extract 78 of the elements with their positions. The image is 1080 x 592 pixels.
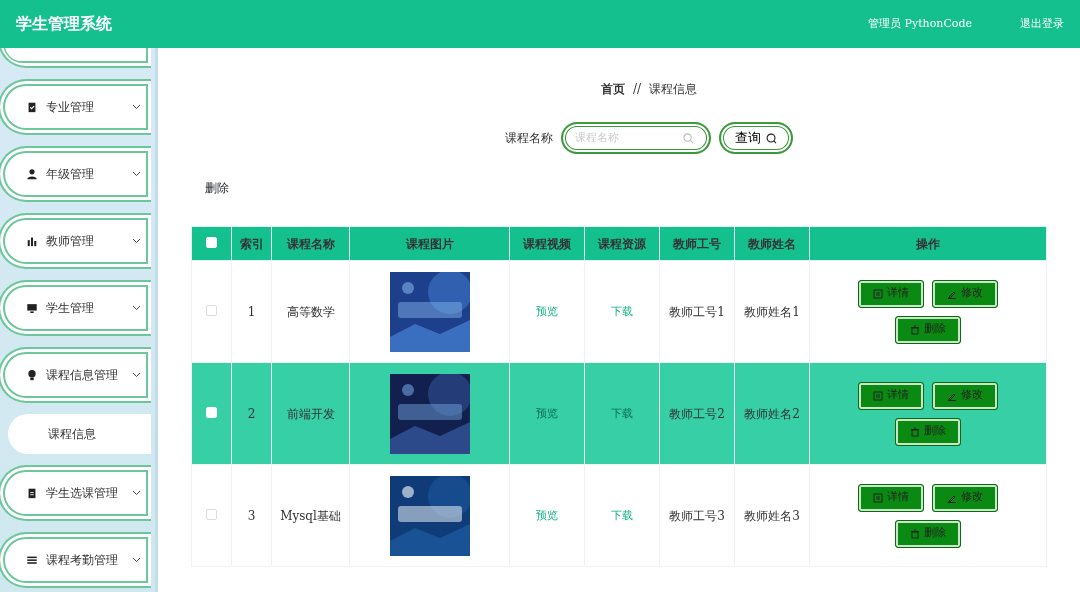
preview-link[interactable]: 预览 — [536, 305, 558, 319]
trash-icon — [910, 324, 920, 335]
chevron-icon — [132, 305, 141, 311]
delete-button[interactable]: 删除 — [895, 315, 961, 344]
download-link[interactable]: 下载 — [611, 407, 633, 421]
table-cell: 2 — [247, 406, 256, 421]
sidebar-item[interactable]: 教师管理 — [0, 213, 151, 269]
user-link[interactable]: 管理员 PythonCode — [868, 15, 972, 33]
clipboard-icon — [26, 101, 38, 113]
table-cell: 高等数学 — [286, 304, 335, 319]
edit-button[interactable]: 修改 — [932, 483, 998, 512]
chevron-icon — [132, 104, 141, 110]
column-header: 教师姓名 — [734, 226, 810, 261]
details-button[interactable]: 详情 — [858, 279, 924, 308]
search-button[interactable]: 查询 — [719, 122, 793, 154]
preview-link[interactable]: 预览 — [536, 509, 558, 523]
column-header: 索引 — [231, 226, 272, 261]
list-icon — [26, 554, 38, 566]
lightbulb-icon — [26, 369, 38, 381]
table-cell: 教师工号3 — [669, 508, 725, 523]
table-cell: 教师工号1 — [669, 304, 725, 319]
edit-button[interactable]: 修改 — [932, 279, 998, 308]
logout-link[interactable]: 退出登录 — [1020, 15, 1064, 33]
sidebar-item[interactable]: 学生管理 — [0, 280, 151, 336]
delete-button[interactable]: 删除 — [895, 417, 961, 446]
search-label: 课程名称 — [505, 130, 554, 147]
chevron-icon — [132, 557, 141, 563]
chevron-icon — [132, 490, 141, 496]
row-checkbox[interactable] — [206, 508, 217, 520]
submenu-item[interactable]: 课程信息 — [8, 414, 151, 454]
table-cell: 教师工号2 — [669, 406, 725, 421]
monitor-icon — [26, 302, 38, 314]
sidebar-item[interactable]: 课程考勤管理 — [0, 532, 151, 588]
clipboard-icon — [26, 487, 38, 499]
trash-icon — [910, 528, 920, 539]
column-header: 教师工号 — [659, 226, 735, 261]
sidebar-item[interactable]: 学生选课管理 — [0, 465, 151, 521]
chevron-icon — [132, 238, 141, 244]
row-checkbox[interactable] — [206, 304, 217, 316]
column-header: 课程图片 — [349, 226, 510, 261]
column-header: 课程资源 — [584, 226, 660, 261]
table-cell: 1 — [247, 304, 256, 319]
document-icon — [873, 288, 883, 299]
column-header: 课程名称 — [271, 226, 350, 261]
sidebar-item[interactable]: 课程信息管理 — [0, 347, 151, 403]
download-link[interactable]: 下载 — [611, 305, 633, 319]
table-cell: 3 — [247, 508, 256, 523]
chevron-icon — [132, 171, 141, 177]
chevron-icon — [132, 372, 141, 378]
details-button[interactable]: 详情 — [858, 483, 924, 512]
table-cell: 教师姓名3 — [744, 508, 800, 523]
table-cell: Mysql基础 — [280, 508, 341, 523]
sidebar-item[interactable] — [0, 48, 151, 68]
search-icon — [765, 133, 777, 145]
breadcrumb-separator: // — [632, 82, 642, 96]
download-link[interactable]: 下载 — [611, 509, 633, 523]
edit-button[interactable]: 修改 — [932, 381, 998, 410]
delete-button[interactable]: 删除 — [204, 178, 230, 198]
table-cell: 教师姓名2 — [744, 406, 800, 421]
search-icon — [683, 132, 695, 144]
table-cell: 教师姓名1 — [744, 304, 800, 319]
breadcrumb-home[interactable]: 首页 — [601, 82, 626, 96]
delete-button[interactable]: 删除 — [895, 519, 961, 548]
sidebar-item[interactable]: 年级管理 — [0, 146, 151, 202]
document-icon — [873, 390, 883, 401]
breadcrumb-current: 课程信息 — [648, 82, 697, 96]
preview-link[interactable]: 预览 — [536, 407, 558, 421]
column-header: 操作 — [809, 226, 1047, 261]
app-title: 学生管理系统 — [16, 13, 112, 35]
trash-icon — [910, 426, 920, 437]
select-all-checkbox[interactable] — [206, 236, 217, 248]
details-button[interactable]: 详情 — [858, 381, 924, 410]
column-header: 课程视频 — [509, 226, 585, 261]
sidebar-item[interactable]: 专业管理 — [0, 79, 151, 135]
bar-chart-icon — [26, 235, 38, 247]
document-icon — [873, 492, 883, 503]
person-icon — [26, 168, 38, 180]
table-cell: 前端开发 — [286, 406, 335, 421]
